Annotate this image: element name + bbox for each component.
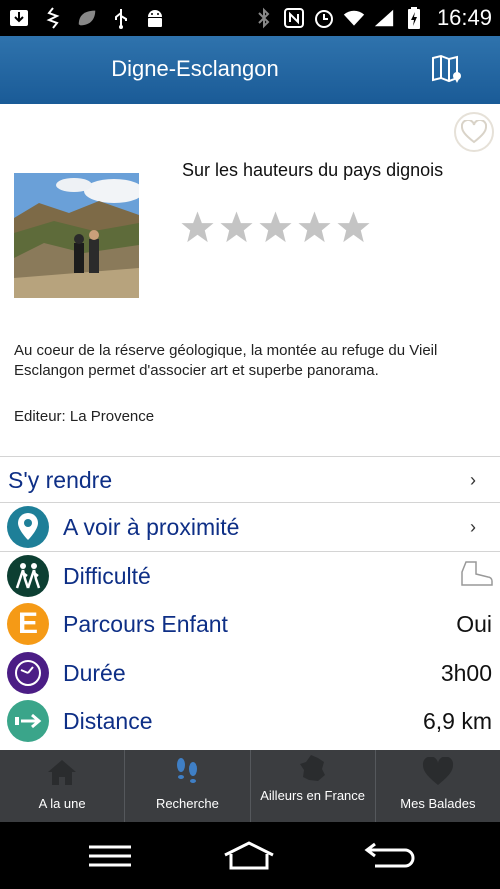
row-parcours-enfant: E Parcours Enfant Oui xyxy=(0,600,500,648)
star-icon[interactable] xyxy=(336,210,371,245)
status-bar: 16:49 xyxy=(0,0,500,36)
alarm-icon xyxy=(313,7,335,29)
row-value: 6,9 km xyxy=(422,707,492,734)
distance-arrow-icon xyxy=(7,700,49,742)
row-label: Durée xyxy=(63,659,126,686)
row-label: Distance xyxy=(63,707,153,734)
title-bar: Digne-Esclangon xyxy=(0,36,500,104)
tab-label: Ailleurs en France xyxy=(260,788,366,803)
hike-description: Au coeur de la réserve géologique, la mo… xyxy=(14,342,438,379)
tab-mes-balades[interactable]: Mes Balades xyxy=(374,750,500,822)
clock-icon xyxy=(7,652,49,694)
bluetooth-icon xyxy=(253,7,275,29)
chevron-right-icon: › xyxy=(470,516,476,537)
wifi-icon xyxy=(343,7,365,29)
nfc-icon xyxy=(283,7,305,29)
row-label: A voir à proximité xyxy=(63,513,240,540)
row-label: S'y rendre xyxy=(8,466,113,493)
row-a-voir-a-proximite[interactable]: A voir à proximité › xyxy=(0,503,500,551)
system-nav-bar xyxy=(0,822,500,889)
usb-icon xyxy=(110,7,132,29)
france-map-icon xyxy=(296,752,330,784)
home-icon xyxy=(45,756,79,788)
row-label: Parcours Enfant xyxy=(63,610,228,637)
bottom-tab-bar: A la une Recherche Ailleurs en France Me… xyxy=(0,750,500,822)
favorite-heart-button[interactable] xyxy=(454,112,494,152)
clock-time: 16:49 xyxy=(436,5,492,30)
editor-name: La Provence xyxy=(69,408,155,425)
tab-label: Recherche xyxy=(155,796,219,811)
row-distance: Distance 6,9 km xyxy=(0,697,500,745)
editor-line: Editeur: La Provence xyxy=(14,408,154,425)
page-title: Digne-Esclangon xyxy=(111,56,279,81)
hikers-icon xyxy=(7,555,49,597)
boot-icon xyxy=(460,560,494,593)
usb-debug-icon xyxy=(42,7,64,29)
signal-icon xyxy=(373,7,395,29)
row-value: Oui xyxy=(456,610,492,637)
row-label: Difficulté xyxy=(63,562,151,589)
row-sy-rendre[interactable]: S'y rendre › xyxy=(0,456,500,504)
star-icon[interactable] xyxy=(297,210,332,245)
rating-stars[interactable] xyxy=(180,210,371,245)
home-button-icon[interactable] xyxy=(219,840,279,872)
android-icon xyxy=(144,7,166,29)
heart-outline-icon xyxy=(461,120,487,144)
star-icon[interactable] xyxy=(180,210,215,245)
location-pin-icon xyxy=(7,506,49,548)
map-icon[interactable] xyxy=(430,54,464,84)
star-icon[interactable] xyxy=(219,210,254,245)
tab-a-la-une[interactable]: A la une xyxy=(0,750,124,822)
download-icon xyxy=(8,7,30,29)
row-difficulte: Difficulté xyxy=(0,552,500,600)
footprints-icon xyxy=(170,756,204,788)
tab-label: A la une xyxy=(38,796,86,811)
letter-e-icon: E xyxy=(7,603,49,645)
star-icon[interactable] xyxy=(258,210,293,245)
editor-label: Editeur: xyxy=(14,408,66,425)
battery-icon xyxy=(403,7,425,29)
menu-icon[interactable] xyxy=(80,840,140,872)
leaf-icon xyxy=(76,7,98,29)
tab-ailleurs-en-france[interactable]: Ailleurs en France xyxy=(249,750,375,822)
row-duree: Durée 3h00 xyxy=(0,649,500,697)
row-value: 3h00 xyxy=(440,659,492,686)
hike-title: Sur les hauteurs du pays dignois xyxy=(182,160,444,180)
tab-label: Mes Balades xyxy=(400,796,476,811)
tab-recherche[interactable]: Recherche xyxy=(124,750,249,822)
chevron-right-icon: › xyxy=(470,469,476,490)
hike-photo xyxy=(14,173,139,298)
back-icon[interactable] xyxy=(358,840,418,872)
heart-icon xyxy=(421,756,455,788)
